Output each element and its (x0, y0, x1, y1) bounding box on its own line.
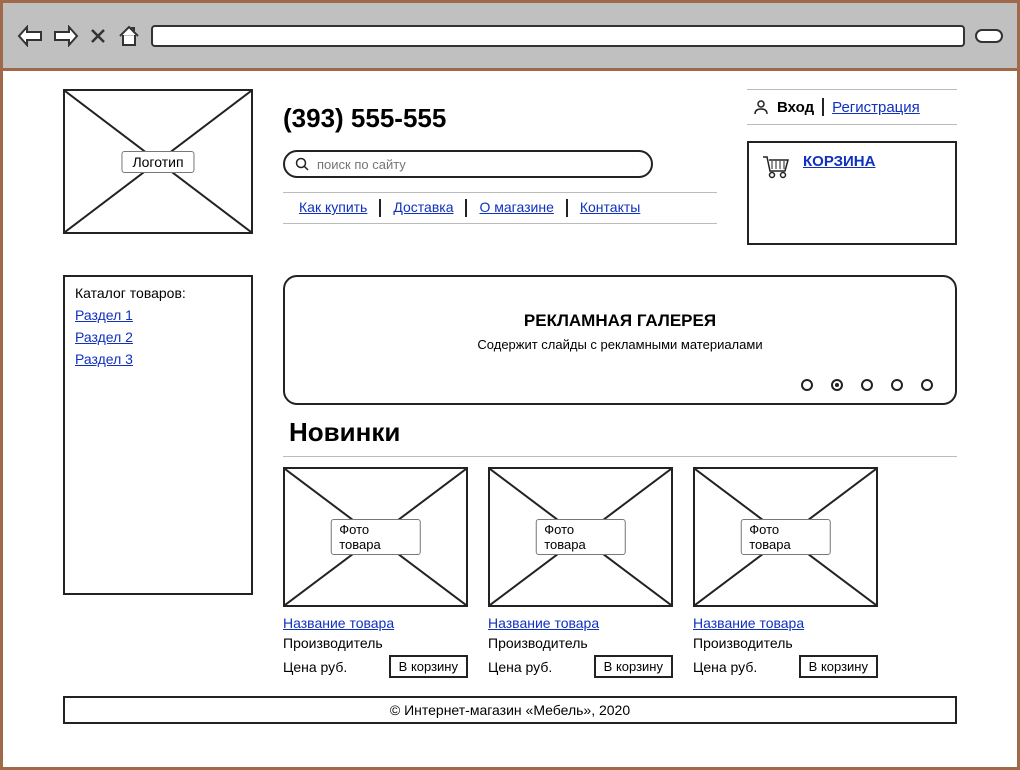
ad-gallery-subtitle: Содержит слайды с рекламными материалами (285, 337, 955, 352)
nav-delivery[interactable]: Доставка (381, 199, 465, 217)
add-to-cart-button[interactable]: В корзину (799, 655, 878, 678)
user-icon (753, 99, 769, 115)
add-to-cart-button[interactable]: В корзину (389, 655, 468, 678)
novinki-heading: Новинки (289, 417, 957, 448)
home-icon[interactable] (117, 25, 141, 47)
product-price: Цена руб. (693, 659, 757, 675)
login-label[interactable]: Вход (777, 99, 814, 116)
photo-label: Фото товара (740, 519, 831, 555)
product-price: Цена руб. (488, 659, 552, 675)
catalog-item-2[interactable]: Раздел 2 (75, 329, 241, 345)
back-arrow-icon[interactable] (17, 25, 43, 47)
product-card: Фото товара Название товара Производител… (693, 467, 878, 678)
product-maker: Производитель (488, 635, 673, 651)
catalog-sidebar: Каталог товаров: Раздел 1 Раздел 2 Разде… (63, 275, 253, 595)
search-icon (295, 157, 309, 171)
logo-placeholder: Логотип (63, 89, 253, 234)
photo-label: Фото товара (535, 519, 626, 555)
nav-how-to-buy[interactable]: Как купить (287, 199, 379, 217)
cart-icon (761, 153, 791, 179)
nav-about[interactable]: О магазине (467, 199, 565, 217)
product-maker: Производитель (693, 635, 878, 651)
address-bar[interactable] (151, 25, 965, 47)
footer: © Интернет-магазин «Мебель», 2020 (63, 696, 957, 724)
photo-label: Фото товара (330, 519, 421, 555)
cart-box[interactable]: КОРЗИНА (747, 141, 957, 245)
register-link[interactable]: Регистрация (832, 99, 920, 116)
gallery-dots (801, 379, 933, 391)
address-knob-icon[interactable] (975, 29, 1003, 43)
wireframe-frame: Логотип (393) 555-555 Как купить Доставк… (0, 0, 1020, 770)
search-box[interactable] (283, 150, 653, 178)
gallery-dot[interactable] (921, 379, 933, 391)
product-card: Фото товара Название товара Производител… (283, 467, 468, 678)
product-price: Цена руб. (283, 659, 347, 675)
product-name-link[interactable]: Название товара (488, 615, 599, 631)
catalog-item-1[interactable]: Раздел 1 (75, 307, 241, 323)
search-input[interactable] (315, 156, 641, 173)
product-photo-placeholder: Фото товара (283, 467, 468, 607)
product-name-link[interactable]: Название товара (283, 615, 394, 631)
product-name-link[interactable]: Название товара (693, 615, 804, 631)
gallery-dot[interactable] (861, 379, 873, 391)
cart-link[interactable]: КОРЗИНА (803, 153, 875, 170)
nav-contacts[interactable]: Контакты (568, 199, 652, 217)
add-to-cart-button[interactable]: В корзину (594, 655, 673, 678)
product-photo-placeholder: Фото товара (488, 467, 673, 607)
product-maker: Производитель (283, 635, 468, 651)
ad-gallery: РЕКЛАМНАЯ ГАЛЕРЕЯ Содержит слайды с рекл… (283, 275, 957, 405)
logo-label: Логотип (121, 151, 194, 173)
stop-icon[interactable] (89, 27, 107, 45)
gallery-dot[interactable] (891, 379, 903, 391)
catalog-title: Каталог товаров: (75, 285, 241, 301)
gallery-dot[interactable] (801, 379, 813, 391)
product-card: Фото товара Название товара Производител… (488, 467, 673, 678)
ad-gallery-title: РЕКЛАМНАЯ ГАЛЕРЕЯ (285, 311, 955, 331)
products-row: Фото товара Название товара Производител… (283, 456, 957, 678)
product-photo-placeholder: Фото товара (693, 467, 878, 607)
nav-separator (822, 98, 824, 116)
browser-chrome (3, 3, 1017, 71)
phone-number: (393) 555-555 (283, 103, 717, 134)
top-nav: Как купить Доставка О магазине Контакты (283, 192, 717, 224)
catalog-item-3[interactable]: Раздел 3 (75, 351, 241, 367)
forward-arrow-icon[interactable] (53, 25, 79, 47)
gallery-dot-active[interactable] (831, 379, 843, 391)
login-bar: Вход Регистрация (747, 89, 957, 125)
